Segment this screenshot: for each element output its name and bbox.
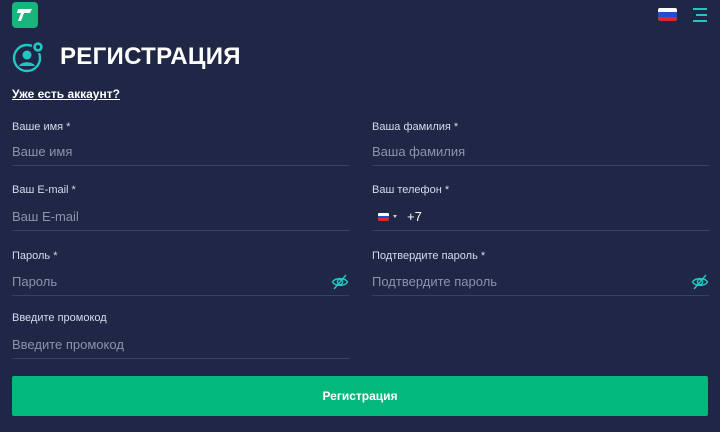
email-wrap	[12, 204, 349, 231]
brand-logo-icon[interactable]	[12, 2, 38, 28]
top-bar	[0, 0, 720, 30]
phone-group: Ваш телефон * +7	[372, 184, 709, 231]
user-add-icon	[12, 40, 46, 74]
russia-flag-icon[interactable]	[658, 8, 677, 21]
promo-wrap	[12, 332, 349, 359]
country-select-icon[interactable]	[378, 213, 389, 221]
promo-group: Введите промокод	[12, 312, 349, 359]
password-wrap	[12, 269, 349, 296]
last-name-label: Ваша фамилия *	[372, 121, 459, 133]
dial-code: +7	[407, 209, 422, 224]
last-name-wrap	[372, 139, 709, 166]
password-label: Пароль *	[12, 250, 58, 262]
email-group: Ваш E-mail *	[12, 184, 349, 231]
page-title: РЕГИСТРАЦИЯ	[60, 43, 241, 70]
login-link[interactable]: Уже есть аккаунт?	[12, 87, 120, 101]
phone-label: Ваш телефон *	[372, 184, 450, 196]
confirm-password-group: Подтвердите пароль *	[372, 250, 709, 296]
phone-input[interactable]	[427, 204, 697, 228]
last-name-input[interactable]	[372, 139, 672, 163]
promo-label: Введите промокод	[12, 312, 107, 324]
password-input[interactable]	[12, 269, 312, 293]
eye-off-icon[interactable]	[691, 273, 709, 291]
promo-code-input[interactable]	[12, 332, 312, 356]
first-name-input[interactable]	[12, 139, 312, 163]
hamburger-menu-icon[interactable]	[692, 7, 708, 23]
confirm-password-wrap	[372, 269, 709, 296]
confirm-password-input[interactable]	[372, 269, 672, 293]
eye-off-icon[interactable]	[331, 273, 349, 291]
password-group: Пароль *	[12, 250, 349, 296]
email-label: Ваш E-mail *	[12, 184, 76, 196]
phone-wrap: +7	[372, 204, 709, 231]
first-name-wrap	[12, 139, 349, 166]
email-input[interactable]	[12, 204, 312, 228]
last-name-group: Ваша фамилия *	[372, 121, 709, 166]
chevron-down-icon[interactable]	[393, 215, 397, 218]
first-name-label: Ваше имя *	[12, 121, 71, 133]
confirm-password-label: Подтвердите пароль *	[372, 250, 486, 262]
first-name-group: Ваше имя *	[12, 121, 349, 166]
register-button[interactable]: Регистрация	[12, 376, 708, 416]
